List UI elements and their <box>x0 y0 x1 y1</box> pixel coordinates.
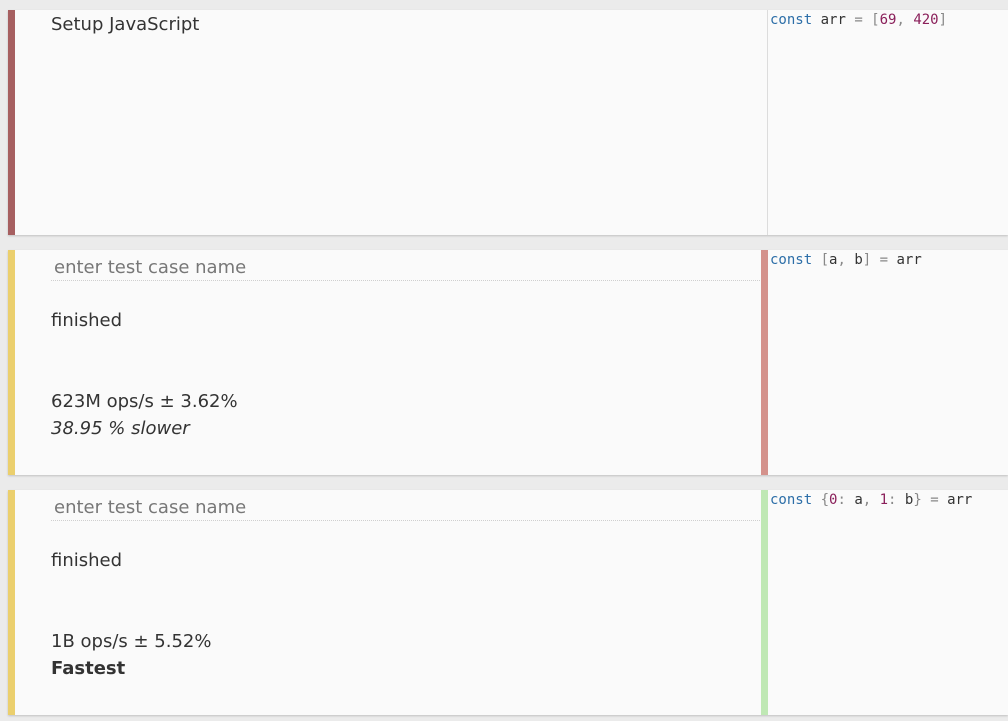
test-case-panel: finished 623M ops/s ± 3.62% 38.95 % slow… <box>8 250 1008 475</box>
code-bracket: [ <box>862 12 880 28</box>
code-keyword: const <box>770 252 813 268</box>
test-case-comparison: 38.95 % slower <box>51 418 190 439</box>
code-keyword: const <box>770 12 813 28</box>
code-bracket: { <box>812 492 830 508</box>
test-case-name-input[interactable] <box>51 494 764 521</box>
test-case-ops: 1B ops/s ± 5.52% <box>51 631 212 652</box>
code-bracket: [ <box>812 252 830 268</box>
test-case-ops: 623M ops/s ± 3.62% <box>51 391 238 412</box>
code-keyword: const <box>770 492 813 508</box>
code-identifier: arr <box>812 12 855 28</box>
test-case-code-editor[interactable]: const [a, b] = arr <box>770 251 1006 269</box>
setup-panel: Setup JavaScript const arr = [69, 420] <box>8 10 1008 235</box>
test-case-left-area: finished 1B ops/s ± 5.52% Fastest <box>51 490 764 715</box>
code-identifier: arr <box>947 492 973 508</box>
setup-accent-bar <box>8 10 15 235</box>
test-case-result-bar <box>761 490 768 715</box>
code-operator: = <box>854 12 863 28</box>
test-case-comparison: Fastest <box>51 658 126 679</box>
test-case-status: finished <box>51 310 123 331</box>
code-bracket: } <box>913 492 922 508</box>
code-comma: , <box>896 12 914 28</box>
code-identifier: a <box>845 492 863 508</box>
test-case-result-bar <box>761 250 768 475</box>
test-case-accent-bar <box>8 490 15 715</box>
code-identifier: arr <box>896 252 922 268</box>
code-identifier: b <box>854 252 863 268</box>
code-bracket: ] <box>862 252 872 268</box>
test-case-code-editor[interactable]: const {0: a, 1: b} = arr <box>770 491 1006 509</box>
code-identifier: b <box>896 492 914 508</box>
test-case-left-area: finished 623M ops/s ± 3.62% 38.95 % slow… <box>51 250 764 475</box>
setup-left-area: Setup JavaScript <box>51 10 761 235</box>
code-bracket: ] <box>938 12 948 28</box>
code-number: 420 <box>913 12 939 28</box>
setup-title: Setup JavaScript <box>51 14 200 35</box>
setup-code-divider <box>767 10 768 235</box>
test-case-status: finished <box>51 550 123 571</box>
test-case-panel: finished 1B ops/s ± 5.52% Fastest const … <box>8 490 1008 715</box>
code-operator: = <box>921 492 948 508</box>
code-number: 1 <box>879 492 889 508</box>
code-operator: = <box>871 252 897 268</box>
code-comma: , <box>837 252 855 268</box>
code-number: 69 <box>879 12 897 28</box>
test-case-accent-bar <box>8 250 15 475</box>
code-comma: , <box>862 492 880 508</box>
code-colon: : <box>837 492 846 508</box>
test-case-name-input[interactable] <box>51 254 764 281</box>
setup-code-editor[interactable]: const arr = [69, 420] <box>770 11 1006 29</box>
